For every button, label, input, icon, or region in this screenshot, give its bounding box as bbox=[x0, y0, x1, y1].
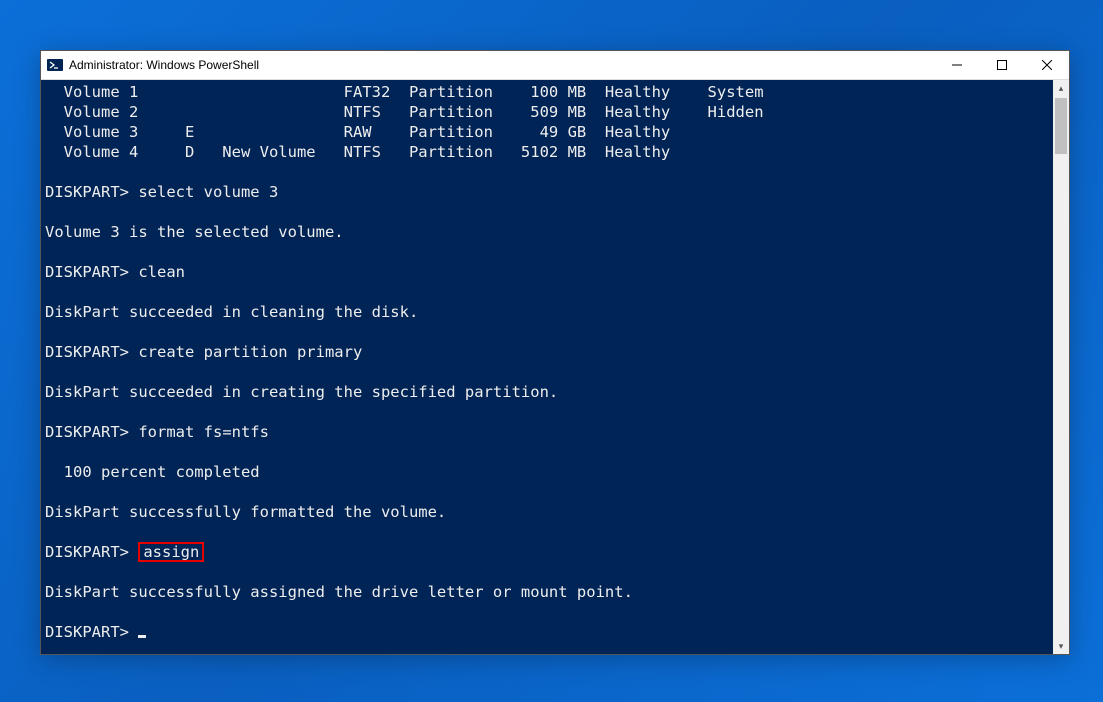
prompt: DISKPART> bbox=[45, 343, 138, 361]
powershell-icon bbox=[47, 57, 63, 73]
prompt: DISKPART> bbox=[45, 543, 138, 561]
cursor bbox=[138, 635, 146, 638]
volume-row: Volume 2 NTFS Partition 509 MB Healthy H… bbox=[45, 103, 764, 121]
window-title: Administrator: Windows PowerShell bbox=[69, 58, 934, 72]
window-controls bbox=[934, 51, 1069, 79]
command-text: clean bbox=[138, 263, 185, 281]
prompt: DISKPART> bbox=[45, 423, 138, 441]
command-text: format fs=ntfs bbox=[138, 423, 269, 441]
response-text: DiskPart successfully assigned the drive… bbox=[45, 583, 633, 601]
vertical-scrollbar[interactable]: ▴ ▾ bbox=[1053, 80, 1069, 654]
response-text: DiskPart successfully formatted the volu… bbox=[45, 503, 446, 521]
volume-row: Volume 3 E RAW Partition 49 GB Healthy bbox=[45, 123, 670, 141]
maximize-button[interactable] bbox=[979, 51, 1024, 79]
volume-row: Volume 1 FAT32 Partition 100 MB Healthy … bbox=[45, 83, 764, 101]
powershell-window: Administrator: Windows PowerShell Volume… bbox=[40, 50, 1070, 655]
response-text: DiskPart succeeded in cleaning the disk. bbox=[45, 303, 418, 321]
response-text: DiskPart succeeded in creating the speci… bbox=[45, 383, 558, 401]
prompt: DISKPART> bbox=[45, 263, 138, 281]
terminal-output[interactable]: Volume 1 FAT32 Partition 100 MB Healthy … bbox=[41, 80, 1053, 654]
minimize-button[interactable] bbox=[934, 51, 979, 79]
close-button[interactable] bbox=[1024, 51, 1069, 79]
volume-row: Volume 4 D New Volume NTFS Partition 510… bbox=[45, 143, 670, 161]
scroll-thumb[interactable] bbox=[1055, 98, 1067, 154]
progress-text: 100 percent completed bbox=[45, 463, 260, 481]
prompt: DISKPART> bbox=[45, 183, 138, 201]
scroll-up-arrow-icon[interactable]: ▴ bbox=[1053, 80, 1069, 96]
command-text: select volume 3 bbox=[138, 183, 278, 201]
highlighted-command: assign bbox=[138, 542, 204, 562]
prompt: DISKPART> bbox=[45, 623, 138, 641]
titlebar[interactable]: Administrator: Windows PowerShell bbox=[41, 51, 1069, 80]
response-text: Volume 3 is the selected volume. bbox=[45, 223, 344, 241]
scroll-down-arrow-icon[interactable]: ▾ bbox=[1053, 638, 1069, 654]
terminal-area: Volume 1 FAT32 Partition 100 MB Healthy … bbox=[41, 80, 1069, 654]
command-text: create partition primary bbox=[138, 343, 362, 361]
